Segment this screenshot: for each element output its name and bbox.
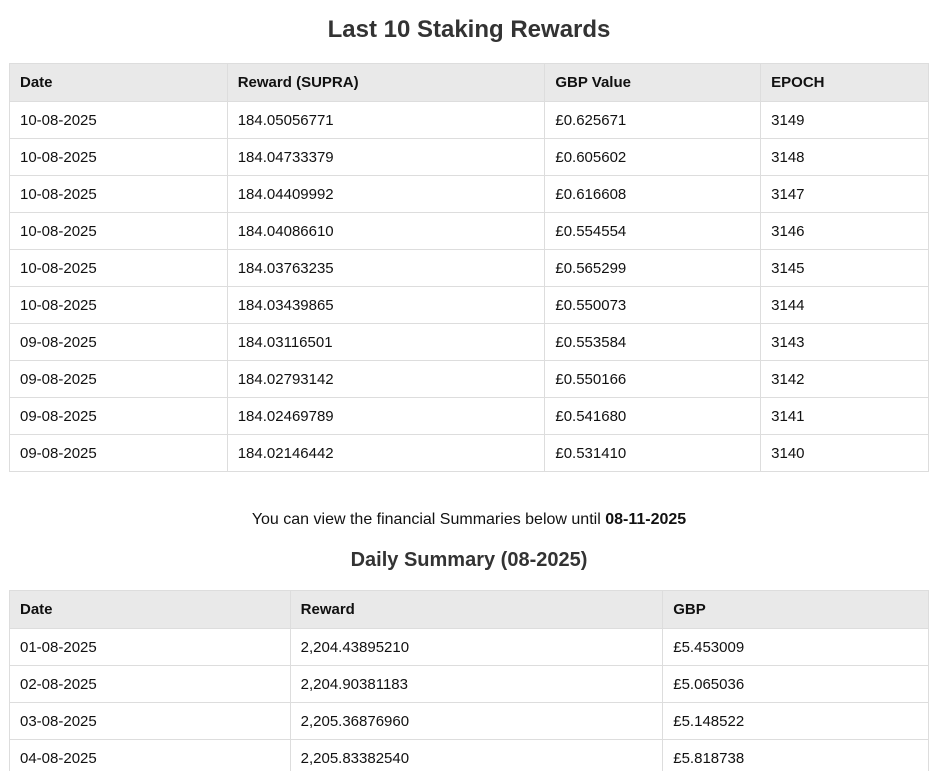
column-header-date: Date [9, 63, 228, 102]
daily-summary-title: Daily Summary (08-2025) [350, 549, 588, 571]
table-row: 10-08-2025 184.03763235 £0.565299 3145 [9, 249, 929, 287]
cell-date: 09-08-2025 [9, 397, 228, 435]
staking-rewards-table: Date Reward (SUPRA) GBP Value EPOCH 10-0… [9, 63, 929, 472]
cell-reward: 184.03763235 [226, 249, 546, 287]
cell-gbp-value: £0.554554 [544, 212, 762, 250]
cell-epoch: 3140 [760, 434, 929, 472]
cell-gbp-value: £0.531410 [544, 434, 762, 472]
table-row: 09-08-2025 184.03116501 £0.553584 3143 [9, 323, 929, 361]
cell-reward: 184.02793142 [226, 360, 546, 398]
cell-gbp-value: £0.565299 [544, 249, 762, 287]
notice-date: 08-11-2025 [605, 511, 687, 528]
column-header-date: Date [9, 590, 291, 629]
cell-reward: 184.05056771 [226, 101, 546, 139]
cell-reward: 2,204.90381183 [289, 665, 664, 703]
cell-date: 09-08-2025 [9, 323, 228, 361]
cell-reward: 184.04086610 [226, 212, 546, 250]
table-row: 04-08-2025 2,205.83382540 £5.818738 [9, 739, 929, 771]
table-row: 09-08-2025 184.02469789 £0.541680 3141 [9, 397, 929, 435]
column-header-gbp-value: GBP Value [544, 63, 762, 102]
cell-date: 09-08-2025 [9, 360, 228, 398]
page-title: Last 10 Staking Rewards [327, 16, 611, 43]
cell-reward: 2,204.43895210 [289, 628, 664, 666]
table-row: 09-08-2025 184.02793142 £0.550166 3142 [9, 360, 929, 398]
column-header-epoch: EPOCH [760, 63, 929, 102]
cell-reward: 2,205.83382540 [289, 739, 664, 771]
table-row: 10-08-2025 184.03439865 £0.550073 3144 [9, 286, 929, 324]
cell-gbp: £5.148522 [662, 702, 929, 740]
cell-epoch: 3146 [760, 212, 929, 250]
staking-rewards-body: 10-08-2025 184.05056771 £0.625671 3149 10-08… [9, 101, 929, 472]
table-header-row: Date Reward GBP [9, 590, 929, 629]
column-header-reward: Reward (SUPRA) [226, 63, 546, 102]
column-header-reward: Reward [289, 590, 664, 629]
daily-summary-body: 01-08-2025 2,204.43895210 £5.453009 02-08-2… [9, 628, 929, 771]
cell-gbp-value: £0.616608 [544, 175, 762, 213]
cell-date: 01-08-2025 [9, 628, 291, 666]
cell-date: 10-08-2025 [9, 175, 228, 213]
table-row: 10-08-2025 184.05056771 £0.625671 3149 [9, 101, 929, 139]
cell-date: 10-08-2025 [9, 249, 228, 287]
cell-reward: 2,205.36876960 [289, 702, 664, 740]
table-header-row: Date Reward (SUPRA) GBP Value EPOCH [9, 63, 929, 102]
table-row: 10-08-2025 184.04409992 £0.616608 3147 [9, 175, 929, 213]
cell-epoch: 3147 [760, 175, 929, 213]
cell-reward: 184.03116501 [226, 323, 546, 361]
cell-epoch: 3143 [760, 323, 929, 361]
summary-availability-notice: You can view the financial Summaries bel… [9, 509, 929, 531]
cell-gbp: £5.453009 [662, 628, 929, 666]
cell-date: 02-08-2025 [9, 665, 291, 703]
cell-epoch: 3141 [760, 397, 929, 435]
daily-summary-table: Date Reward GBP 01-08-2025 2,204.43895210… [9, 590, 929, 771]
cell-date: 10-08-2025 [9, 286, 228, 324]
cell-gbp-value: £0.550073 [544, 286, 762, 324]
cell-epoch: 3145 [760, 249, 929, 287]
cell-reward: 184.04409992 [226, 175, 546, 213]
cell-gbp-value: £0.541680 [544, 397, 762, 435]
cell-gbp-value: £0.625671 [544, 101, 762, 139]
table-row: 02-08-2025 2,204.90381183 £5.065036 [9, 665, 929, 703]
cell-gbp-value: £0.553584 [544, 323, 762, 361]
cell-date: 04-08-2025 [9, 739, 291, 771]
column-header-gbp: GBP [662, 590, 929, 629]
cell-epoch: 3149 [760, 101, 929, 139]
table-row: 09-08-2025 184.02146442 £0.531410 3140 [9, 434, 929, 472]
cell-epoch: 3148 [760, 138, 929, 176]
cell-gbp-value: £0.550166 [544, 360, 762, 398]
cell-epoch: 3144 [760, 286, 929, 324]
cell-gbp: £5.065036 [662, 665, 929, 703]
cell-gbp-value: £0.605602 [544, 138, 762, 176]
table-row: 10-08-2025 184.04086610 £0.554554 3146 [9, 212, 929, 250]
cell-date: 10-08-2025 [9, 212, 228, 250]
cell-reward: 184.04733379 [226, 138, 546, 176]
cell-reward: 184.02146442 [226, 434, 546, 472]
cell-date: 03-08-2025 [9, 702, 291, 740]
cell-reward: 184.02469789 [226, 397, 546, 435]
table-row: 01-08-2025 2,204.43895210 £5.453009 [9, 628, 929, 666]
table-row: 03-08-2025 2,205.36876960 £5.148522 [9, 702, 929, 740]
cell-date: 10-08-2025 [9, 138, 228, 176]
cell-date: 09-08-2025 [9, 434, 228, 472]
cell-date: 10-08-2025 [9, 101, 228, 139]
notice-text: You can view the financial Summaries bel… [251, 511, 606, 528]
cell-epoch: 3142 [760, 360, 929, 398]
table-row: 10-08-2025 184.04733379 £0.605602 3148 [9, 138, 929, 176]
cell-gbp: £5.818738 [662, 739, 929, 771]
cell-reward: 184.03439865 [226, 286, 546, 324]
